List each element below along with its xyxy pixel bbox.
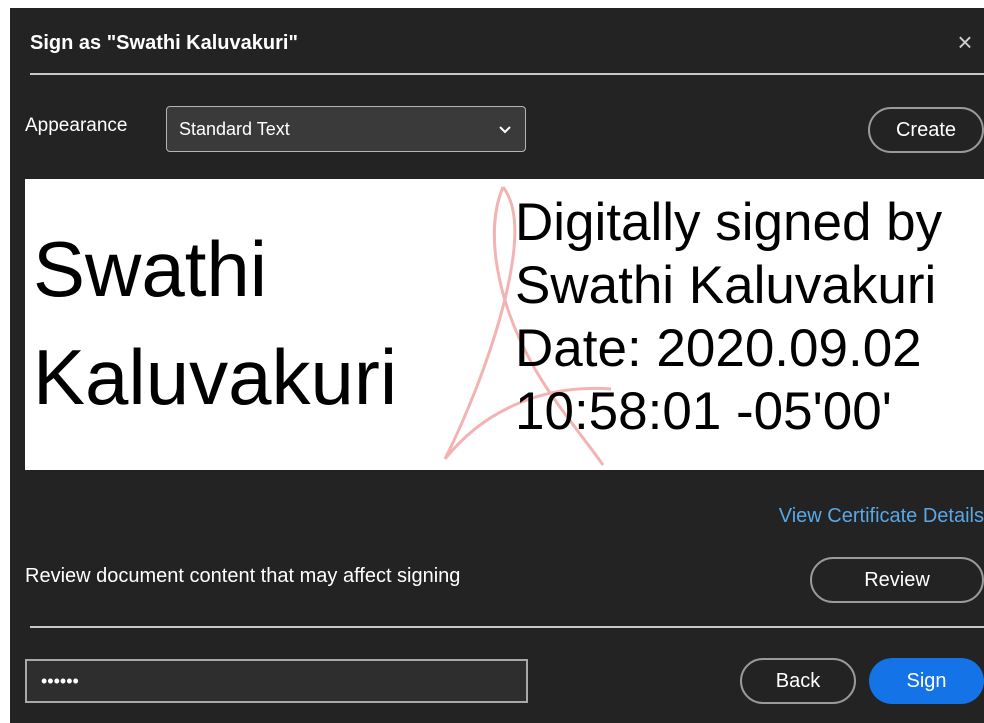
signature-detail-line: Swathi Kaluvakuri bbox=[515, 256, 937, 315]
signature-detail-line: Digitally signed by bbox=[515, 193, 943, 252]
signature-preview: Swathi Kaluvakuri Digitally signed by Sw… bbox=[25, 179, 984, 470]
signature-name: Swathi Kaluvakuri bbox=[33, 215, 503, 431]
chevron-down-icon bbox=[499, 126, 511, 134]
signature-name-line2: Kaluvakuri bbox=[33, 333, 398, 421]
sign-button[interactable]: Sign bbox=[869, 658, 984, 704]
footer-divider bbox=[30, 626, 984, 628]
sign-dialog: Sign as "Swathi Kaluvakuri" × Appearance… bbox=[10, 8, 984, 723]
appearance-dropdown[interactable]: Standard Text bbox=[166, 106, 526, 152]
review-description: Review document content that may affect … bbox=[25, 565, 461, 587]
view-certificate-details-link[interactable]: View Certificate Details bbox=[779, 505, 984, 528]
dialog-title: Sign as "Swathi Kaluvakuri" bbox=[30, 32, 298, 54]
close-icon[interactable]: × bbox=[952, 28, 978, 56]
header-divider bbox=[30, 73, 984, 75]
signature-name-line1: Swathi bbox=[33, 225, 268, 313]
password-field[interactable] bbox=[25, 659, 528, 703]
signature-detail-line: Date: 2020.09.02 bbox=[515, 319, 922, 378]
signature-detail-line: 10:58:01 -05'00' bbox=[515, 382, 892, 441]
appearance-label: Appearance bbox=[25, 115, 128, 136]
create-button[interactable]: Create bbox=[868, 107, 984, 153]
back-button[interactable]: Back bbox=[740, 658, 856, 704]
appearance-selected-value: Standard Text bbox=[179, 119, 290, 139]
review-button[interactable]: Review bbox=[810, 557, 984, 603]
signature-details: Digitally signed by Swathi Kaluvakuri Da… bbox=[515, 191, 984, 443]
